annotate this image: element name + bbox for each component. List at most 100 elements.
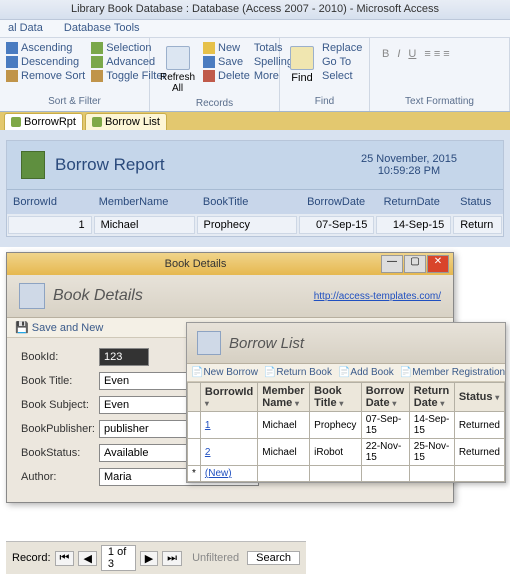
list-icon	[197, 331, 221, 355]
nav-next[interactable]: ▶	[140, 551, 158, 566]
find-button[interactable]: Find	[286, 42, 318, 88]
cell-member: Michael	[94, 216, 195, 234]
ribbon-group-find: Find Replace Go To Select Find	[280, 38, 370, 111]
label-bookid: BookId:	[21, 351, 99, 363]
cell-bd[interactable]: 07-Sep-15	[361, 412, 409, 439]
nav-last[interactable]: ⏭	[162, 551, 182, 566]
th-bdate[interactable]: Borrow Date ▾	[361, 383, 409, 412]
underline-button[interactable]: U	[408, 48, 416, 60]
report-title: Borrow Report	[55, 155, 329, 175]
col-title: BookTitle	[197, 194, 301, 210]
col-bdate: BorrowDate	[301, 194, 378, 210]
member-reg-button[interactable]: 📄Member Registration	[400, 367, 505, 378]
save-new-button[interactable]: 💾 Save and New	[15, 321, 103, 334]
cell-title[interactable]: Prophecy	[310, 412, 362, 439]
arrow-up-icon	[6, 42, 18, 54]
add-book-button[interactable]: 📄Add Book	[338, 367, 394, 378]
toggle-filter-icon	[91, 70, 103, 82]
save-icon	[203, 56, 215, 68]
italic-button[interactable]: I	[397, 48, 400, 60]
cell-bd[interactable]: 22-Nov-15	[361, 439, 409, 466]
ribbon: Ascending Descending Remove Sort Selecti…	[0, 38, 510, 112]
goto[interactable]: Go To	[322, 56, 362, 68]
advanced-icon	[91, 56, 103, 68]
report-row: 1 Michael Prophecy 07-Sep-15 14-Sep-15 R…	[7, 214, 503, 236]
sort-remove[interactable]: Remove Sort	[6, 70, 85, 82]
menu-item-data[interactable]: al Data	[8, 22, 43, 34]
group-label-sort: Sort & Filter	[6, 96, 143, 107]
th-status[interactable]: Status ▾	[454, 383, 504, 412]
cell-bd: 07-Sep-15	[299, 216, 374, 234]
new-borrow-button[interactable]: 📄New Borrow	[191, 367, 258, 378]
save-record[interactable]: Save	[203, 56, 250, 68]
sort-asc[interactable]: Ascending	[6, 42, 85, 54]
find-icon	[290, 46, 314, 70]
tab-borrowlist[interactable]: Borrow List	[85, 113, 167, 130]
table-row[interactable]: 1 Michael Prophecy 07-Sep-15 14-Sep-15 R…	[188, 412, 505, 439]
cell-new[interactable]: (New)	[200, 466, 257, 482]
cell-st[interactable]: Returned	[454, 412, 504, 439]
th-title[interactable]: Book Title ▾	[310, 383, 362, 412]
nav-prev[interactable]: ◀	[78, 551, 96, 566]
cell-id[interactable]: 1	[200, 412, 257, 439]
remove-sort-icon	[6, 70, 18, 82]
label-subject: Book Subject:	[21, 399, 99, 411]
form-icon	[92, 117, 102, 127]
object-tabs: BorrowRpt Borrow List	[0, 112, 510, 130]
ribbon-group-text: B I U ≡ ≡ ≡ Text Formatting	[370, 38, 510, 111]
borrowlist-header: Borrow List	[229, 335, 304, 352]
sort-desc[interactable]: Descending	[6, 56, 85, 68]
ribbon-group-sort: Ascending Descending Remove Sort Selecti…	[0, 38, 150, 111]
report-date: 25 November, 2015	[329, 153, 489, 165]
new-icon	[203, 42, 215, 54]
col-rdate: ReturnDate	[378, 194, 455, 210]
table-header: BorrowId ▾ Member Name ▾ Book Title ▾ Bo…	[188, 383, 505, 412]
table-row-new[interactable]: * (New)	[188, 466, 505, 482]
borrow-table: BorrowId ▾ Member Name ▾ Book Title ▾ Bo…	[187, 382, 505, 482]
bold-button[interactable]: B	[382, 48, 389, 60]
cell-rd[interactable]: 25-Nov-15	[409, 439, 454, 466]
maximize-button[interactable]: ▢	[404, 255, 426, 273]
th-borrowid[interactable]: BorrowId ▾	[200, 383, 257, 412]
app-titlebar: Library Book Database : Database (Access…	[0, 0, 510, 20]
cell-id[interactable]: 2	[200, 439, 257, 466]
th-rdate[interactable]: Return Date ▾	[409, 383, 454, 412]
borrow-report: Borrow Report 25 November, 2015 10:59:28…	[6, 140, 504, 237]
template-link[interactable]: http://access-templates.com/	[314, 291, 441, 302]
cell-rd[interactable]: 14-Sep-15	[409, 412, 454, 439]
cell-st[interactable]: Returned	[454, 439, 504, 466]
menubar: al Data Database Tools	[0, 20, 510, 38]
arrow-down-icon	[6, 56, 18, 68]
report-area: Borrow Report 25 November, 2015 10:59:28…	[0, 130, 510, 247]
cell-member[interactable]: Michael	[258, 439, 310, 466]
borrowlist-toolbar: 📄New Borrow 📄Return Book 📄Add Book 📄Memb…	[187, 364, 505, 382]
minimize-button[interactable]: —	[381, 255, 403, 273]
cell-rd: 14-Sep-15	[376, 216, 451, 234]
nav-first[interactable]: ⏮	[55, 551, 75, 566]
menu-item-dbtools[interactable]: Database Tools	[64, 22, 140, 34]
nav-search[interactable]: Search	[247, 551, 300, 565]
cell-title[interactable]: iRobot	[310, 439, 362, 466]
label-status: BookStatus:	[21, 447, 99, 459]
group-label-text: Text Formatting	[376, 96, 503, 107]
input-bookid[interactable]	[99, 348, 149, 366]
record-navigator: Record: ⏮ ◀ 1 of 3 ▶ ⏭ Unfiltered Search	[6, 541, 306, 574]
table-row[interactable]: 2 Michael iRobot 22-Nov-15 25-Nov-15 Ret…	[188, 439, 505, 466]
col-status: Status	[454, 194, 503, 210]
align-buttons[interactable]: ≡ ≡ ≡	[424, 48, 449, 60]
cell-member[interactable]: Michael	[258, 412, 310, 439]
bookdetails-titlebar[interactable]: Book Details — ▢ ✕	[7, 253, 453, 275]
report-icon	[11, 117, 21, 127]
th-member[interactable]: Member Name ▾	[258, 383, 310, 412]
new-record[interactable]: New	[203, 42, 250, 54]
return-book-button[interactable]: 📄Return Book	[264, 367, 332, 378]
tab-borrowrpt[interactable]: BorrowRpt	[4, 113, 83, 130]
replace[interactable]: Replace	[322, 42, 362, 54]
bookdetails-title: Book Details	[11, 258, 380, 270]
ribbon-group-records: Refresh All New Save Delete Totals Spell…	[150, 38, 280, 111]
delete-record[interactable]: Delete	[203, 70, 250, 82]
select[interactable]: Select	[322, 70, 362, 82]
nav-filter[interactable]: Unfiltered	[192, 552, 239, 564]
close-button[interactable]: ✕	[427, 255, 449, 273]
refresh-all-button[interactable]: Refresh All	[156, 42, 199, 98]
